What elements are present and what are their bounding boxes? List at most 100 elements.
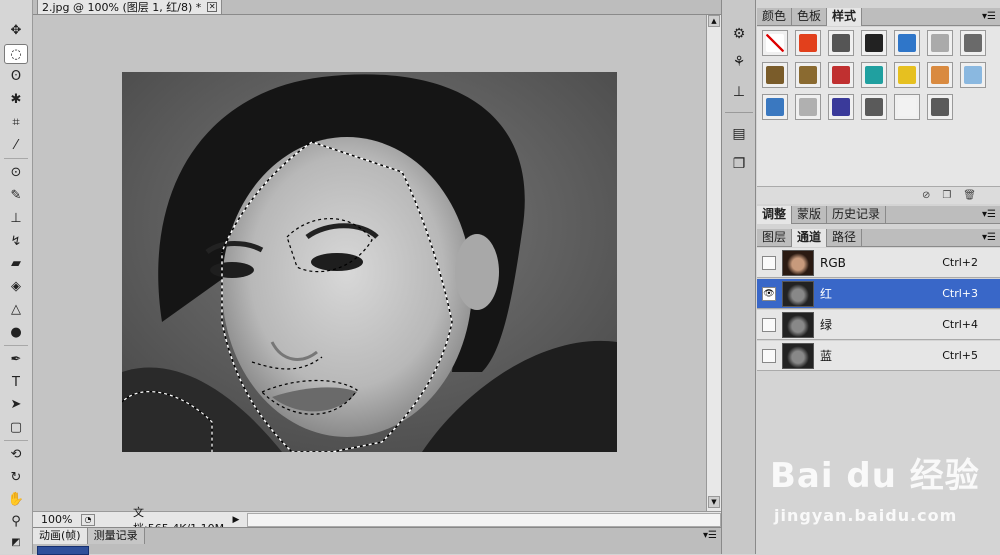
tab-swatches[interactable]: 色板 — [792, 8, 828, 26]
type-icon[interactable]: T — [4, 372, 28, 392]
info-icon[interactable]: ▤ — [728, 124, 750, 144]
tab-channels[interactable]: 通道 — [792, 229, 828, 247]
status-arrow-icon[interactable]: ▶ — [229, 515, 243, 525]
style-swatch[interactable] — [762, 62, 788, 88]
style-swatch[interactable] — [762, 94, 788, 120]
blur-icon[interactable]: △ — [4, 299, 28, 319]
panel-menu-icon[interactable]: ▾☰ — [982, 209, 996, 220]
tab-color[interactable]: 颜色 — [757, 8, 793, 26]
style-swatch[interactable] — [828, 62, 854, 88]
tab-history[interactable]: 历史记录 — [827, 206, 887, 224]
style-swatch[interactable] — [828, 30, 854, 56]
3d-orbit-icon[interactable]: ↻ — [4, 467, 28, 487]
zoom-icon[interactable]: ⚲ — [4, 511, 28, 531]
style-swatch[interactable] — [927, 30, 953, 56]
tools-panel: ✥ ◌ ʘ ✱ ⌗ ⁄ ⊙ ✎ ⊥ ↯ ▰ ◈ △ ● ✒ T ➤ ▢ ⟲ ↻ … — [0, 0, 33, 554]
right-panels: 颜色 色板 样式 ▾☰ ⊘ ❐ 🗑 调整 蒙版 历史记录 ▾☰ 图层 通道 路径… — [757, 0, 1000, 554]
scroll-up-icon[interactable]: ▲ — [708, 15, 720, 27]
panel-dock: ⚙ ⚘ ⊥ ▤ ❐ — [721, 0, 756, 554]
style-swatch[interactable] — [894, 94, 920, 120]
visibility-eye-icon[interactable] — [762, 255, 776, 270]
tab-layers[interactable]: 图层 — [757, 229, 793, 247]
3d-rotate-icon[interactable]: ⟲ — [4, 444, 28, 464]
style-swatch[interactable] — [861, 30, 887, 56]
move-icon[interactable]: ✥ — [4, 20, 28, 40]
new-style-icon[interactable]: ❐ — [942, 190, 951, 201]
status-menu-icon[interactable]: ◔ — [81, 513, 95, 526]
animation-panel: 动画(帧) 测量记录 ▾☰ — [33, 527, 721, 555]
shape-icon[interactable]: ▢ — [4, 417, 28, 437]
visibility-eye-icon[interactable] — [762, 317, 776, 332]
style-swatch[interactable] — [894, 30, 920, 56]
magic-wand-icon[interactable]: ✱ — [4, 89, 28, 109]
style-swatch[interactable] — [927, 62, 953, 88]
panel-menu-icon[interactable]: ▾☰ — [982, 232, 996, 243]
horizontal-scrollbar[interactable] — [247, 512, 721, 527]
no-style-icon[interactable]: ⊘ — [922, 190, 930, 201]
eraser-icon[interactable]: ▰ — [4, 253, 28, 273]
red-eye-icon[interactable]: ⊙ — [4, 162, 28, 182]
style-swatch-preview — [766, 34, 784, 52]
style-swatch[interactable] — [960, 62, 986, 88]
style-swatch[interactable] — [795, 62, 821, 88]
style-swatch[interactable] — [960, 30, 986, 56]
tab-styles[interactable]: 样式 — [827, 8, 863, 26]
clone-source-icon[interactable]: ⚘ — [728, 52, 750, 72]
style-swatch[interactable] — [795, 94, 821, 120]
channel-row[interactable]: 蓝 Ctrl+5 — [757, 341, 1000, 371]
style-swatch[interactable] — [894, 62, 920, 88]
document-tab[interactable]: 2.jpg @ 100% (图层 1, 红/8) * ✕ — [37, 0, 223, 15]
style-swatch[interactable] — [828, 94, 854, 120]
history-brush-icon[interactable]: ↯ — [4, 231, 28, 251]
style-swatch[interactable] — [861, 94, 887, 120]
delete-style-icon[interactable]: 🗑 — [963, 190, 976, 201]
zoom-field[interactable]: 100% — [33, 513, 77, 526]
tool-preset-icon[interactable]: ⊥ — [728, 82, 750, 102]
visibility-eye-icon[interactable] — [762, 348, 776, 363]
channel-shortcut: Ctrl+2 — [942, 256, 978, 269]
pen-icon[interactable]: ✒ — [4, 349, 28, 369]
brush-icon[interactable]: ✎ — [4, 185, 28, 205]
style-swatch-preview — [865, 34, 883, 52]
vertical-scrollbar[interactable]: ▲ ▼ — [706, 15, 721, 511]
channel-name: RGB — [820, 255, 846, 270]
style-swatch[interactable] — [795, 30, 821, 56]
tab-paths[interactable]: 路径 — [827, 229, 863, 247]
panel-menu-icon[interactable]: ▾☰ — [703, 530, 717, 541]
path-select-icon[interactable]: ➤ — [4, 394, 28, 414]
style-swatch-preview — [766, 98, 784, 116]
tab-measurement-log[interactable]: 测量记录 — [87, 528, 145, 544]
eyedropper-icon[interactable]: ⁄ — [4, 135, 28, 155]
canvas-area[interactable] — [33, 15, 706, 511]
channel-row[interactable]: 绿 Ctrl+4 — [757, 310, 1000, 340]
stamp-icon[interactable]: ⊥ — [4, 208, 28, 228]
channel-name: 红 — [820, 287, 833, 301]
style-swatch[interactable] — [861, 62, 887, 88]
style-swatch[interactable] — [762, 30, 788, 56]
crop-icon[interactable]: ⌗ — [4, 112, 28, 132]
brush-preset-icon[interactable]: ⚙ — [728, 24, 750, 44]
tab-adjustments[interactable]: 调整 — [757, 206, 793, 224]
channel-row[interactable]: 👁 红 Ctrl+3 — [757, 279, 1000, 309]
bucket-icon[interactable]: ◈ — [4, 276, 28, 296]
marquee-icon[interactable]: ◌ — [4, 44, 28, 64]
style-swatch[interactable] — [927, 94, 953, 120]
lasso-icon[interactable]: ʘ — [4, 66, 28, 86]
layer-comps-icon[interactable]: ❐ — [728, 154, 750, 174]
visibility-eye-icon[interactable]: 👁 — [762, 286, 776, 301]
dodge-icon[interactable]: ● — [4, 322, 28, 342]
close-icon[interactable]: ✕ — [207, 2, 218, 12]
adjust-panel-tabs: 调整 蒙版 历史记录 ▾☰ — [757, 206, 1000, 224]
style-swatch-preview — [832, 66, 850, 84]
style-swatch-preview — [799, 98, 817, 116]
hand-icon[interactable]: ✋ — [4, 489, 28, 509]
channel-thumbnail — [782, 342, 814, 369]
channel-row[interactable]: RGB Ctrl+2 — [757, 248, 1000, 278]
color-swatches-icon[interactable]: ◩ — [4, 532, 28, 552]
panel-menu-icon[interactable]: ▾☰ — [982, 11, 996, 22]
tab-masks[interactable]: 蒙版 — [792, 206, 828, 224]
tab-animation[interactable]: 动画(帧) — [33, 528, 88, 544]
channel-shortcut: Ctrl+3 — [942, 287, 978, 300]
scroll-down-icon[interactable]: ▼ — [708, 496, 720, 508]
photo-canvas[interactable] — [122, 72, 617, 452]
